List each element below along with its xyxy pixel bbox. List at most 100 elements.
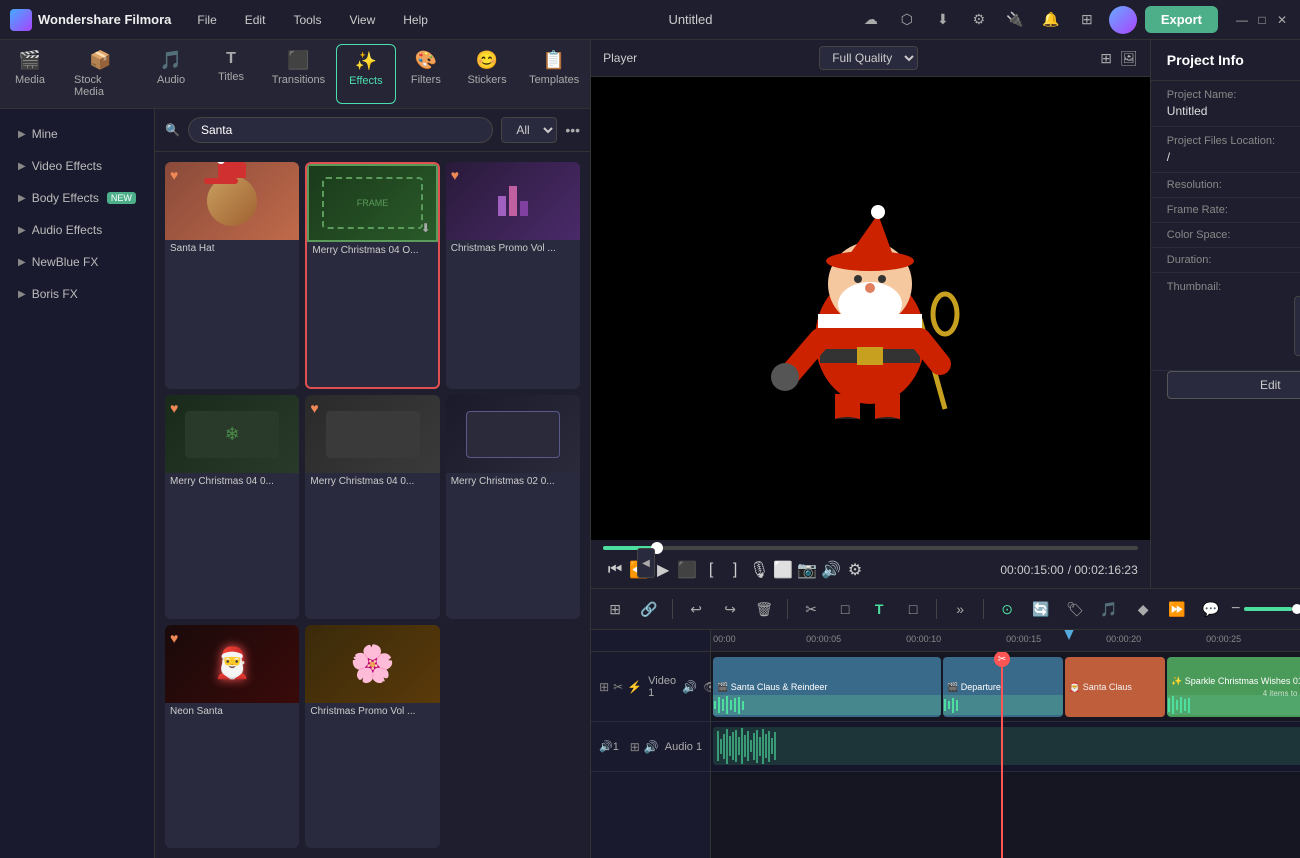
effect-xmas-promo-vol[interactable]: ♥ Christmas Promo Vol ... [446,162,580,389]
tab-titles[interactable]: T Titles [201,44,261,104]
add-track-icon[interactable]: ⊞ [599,680,609,694]
redo-btn[interactable]: ↪ [716,595,744,623]
tab-audio-label: Audio [157,74,185,86]
speed-btn[interactable]: ⏩ [1163,595,1191,623]
split-view-icon[interactable]: ⊞ [1100,50,1112,67]
tab-transitions[interactable]: ⬛ Transitions [261,44,336,104]
tab-effects[interactable]: ✨ Effects [336,44,396,104]
search-more-icon[interactable]: ••• [565,122,580,138]
colorspace-row: Color Space: SDR - Rec.709 [1151,223,1300,248]
cloud-icon[interactable]: ☁ [857,6,885,34]
sidebar-item-body-effects[interactable]: ▶ Body Effects NEW [6,183,148,213]
loop-btn[interactable]: 🔄 [1027,595,1055,623]
effect-label-merry-xmas-02: Merry Christmas 02 0... [446,473,580,492]
audio-track-btn[interactable]: 🎵 [1095,595,1123,623]
tab-filters[interactable]: 🎨 Filters [396,44,456,104]
sidebar-item-audio-effects[interactable]: ▶ Audio Effects [6,215,148,245]
voiceover-btn[interactable]: 🎙 [747,558,771,582]
mark-out-button[interactable]: ] [723,558,747,582]
subtitle-btn[interactable]: 💬 [1197,595,1225,623]
more-btn[interactable]: » [946,595,974,623]
tab-audio[interactable]: 🎵 Audio [141,44,201,104]
ruler-0: 00:00 [713,634,736,644]
quality-select[interactable]: Full Quality 1/2 Quality 1/4 Quality Aut… [819,46,918,70]
effect-neon-santa[interactable]: ♥ 🎅 Neon Santa [165,625,299,848]
clip-santa-replacing[interactable]: 🎅 Santa Claus [1065,657,1165,717]
tab-stock-media[interactable]: 📦 Stock Media [60,44,141,104]
pip-button[interactable]: ⬜ [771,558,795,582]
effect-merry-xmas-04-2[interactable]: ♥ Merry Christmas 04 0... [305,395,439,618]
export-button[interactable]: Export [1145,6,1218,33]
audio-mute-icon[interactable]: 🔊 [644,740,659,754]
mark-in-button[interactable]: [ [699,558,723,582]
share-icon[interactable]: ⬡ [893,6,921,34]
more-controls-btn[interactable]: ⚙ [843,558,867,582]
project-info-tab[interactable]: Project Info [1151,40,1300,81]
undo-btn[interactable]: ↩ [682,595,710,623]
effect-merry-xmas-04o[interactable]: ⬇ FRAME Merry Christmas 04 O... [305,162,439,389]
menu-edit[interactable]: Edit [239,9,272,31]
progress-bar[interactable] [603,546,1138,550]
zoom-out-btn[interactable]: − [1231,600,1240,618]
snapshot-button[interactable]: 📷 [795,558,819,582]
clip-sparkle-xmas[interactable]: ✨ Sparkle Christmas Wishes 01 4 items to… [1167,657,1300,717]
search-filter-select[interactable]: All [501,117,557,143]
timeline-labels: ⊞ ✂ ⚡ Video 1 🔊 👁 🔊1 ⊞ 🔊 [591,630,711,858]
ai-icon[interactable]: ⚡ [627,680,642,694]
audio-add-icon[interactable]: ⊞ [630,740,640,754]
split-tracks-btn[interactable]: ⊞ [601,595,629,623]
stop-button[interactable]: ⬛ [675,558,699,582]
text-btn[interactable]: T [865,595,893,623]
effect-santa-hat[interactable]: ♥ Santa Hat [165,162,299,389]
edit-button[interactable]: Edit [1167,371,1300,399]
audio-meter-btn[interactable]: 🔊 [819,558,843,582]
search-input[interactable] [188,117,493,143]
download-icon[interactable]: ⬇ [929,6,957,34]
effect-merry-xmas-04-1[interactable]: ♥ ❄ Merry Christmas 04 0... [165,395,299,618]
zoom-slider[interactable] [1244,607,1300,611]
thumbnail-placeholder: ✏ [1294,296,1300,356]
menu-tools[interactable]: Tools [287,9,327,31]
tab-stickers[interactable]: 😊 Stickers [456,44,518,104]
effects-grid: ♥ Santa Hat ⬇ [155,152,590,858]
rewind-button[interactable]: ⏮ [603,558,627,582]
effect-thumb-merry-xmas: ⬇ FRAME [307,164,437,242]
keyframe-btn[interactable]: ◆ [1129,595,1157,623]
sidebar-item-video-effects[interactable]: ▶ Video Effects [6,151,148,181]
playhead[interactable]: ✂ [1001,652,1003,858]
tab-templates[interactable]: 📋 Templates [518,44,590,104]
menu-help[interactable]: Help [397,9,434,31]
plugin-icon[interactable]: 🔌 [1001,6,1029,34]
tab-media[interactable]: 🎬 Media [0,44,60,104]
delete-btn[interactable]: 🗑 [750,595,778,623]
mask-btn[interactable]: □ [899,595,927,623]
sidebar-item-newblue-fx[interactable]: ▶ NewBlue FX [6,247,148,277]
sidebar-item-mine[interactable]: ▶ Mine [6,119,148,149]
templates-icon: 📋 [543,50,565,71]
timeline-ruler[interactable]: 00:00 00:00:05 00:00:10 00:00:15 00:00:2… [711,630,1300,652]
menu-view[interactable]: View [343,9,381,31]
settings-icon[interactable]: ⚙ [965,6,993,34]
crop-btn[interactable]: □ [831,595,859,623]
marker-btn[interactable]: 🏷 [1061,595,1089,623]
volume-icon-video1[interactable]: 🔊 [682,680,697,694]
track-label-video1: ⊞ ✂ ⚡ Video 1 🔊 👁 [591,652,710,722]
menu-file[interactable]: File [191,9,222,31]
user-avatar[interactable] [1109,6,1137,34]
bell-icon[interactable]: 🔔 [1037,6,1065,34]
grid-icon[interactable]: ⊞ [1073,6,1101,34]
snapshot-icon[interactable]: 🖼 [1120,50,1138,67]
maximize-button[interactable]: □ [1254,12,1270,28]
nav-tabs: 🎬 Media 📦 Stock Media 🎵 Audio T Titles ⬛… [0,40,590,109]
snap-btn[interactable]: ⊙ [993,595,1021,623]
audio-waveform-clip[interactable] [713,727,1300,765]
cut-btn[interactable]: ✂ [797,595,825,623]
split-audio-icon[interactable]: ✂ [613,680,623,694]
minimize-button[interactable]: — [1234,12,1250,28]
link-icon[interactable]: 🔗 [635,595,663,623]
effect-merry-xmas-02[interactable]: Merry Christmas 02 0... [446,395,580,618]
effect-xmas-promo-vol2[interactable]: 🌸 Christmas Promo Vol ... [305,625,439,848]
sidebar-item-boris-fx[interactable]: ▶ Boris FX [6,279,148,309]
clip-santa-reindeer[interactable]: 🎬 Santa Claus & Reindeer [713,657,941,717]
close-button[interactable]: ✕ [1274,12,1290,28]
